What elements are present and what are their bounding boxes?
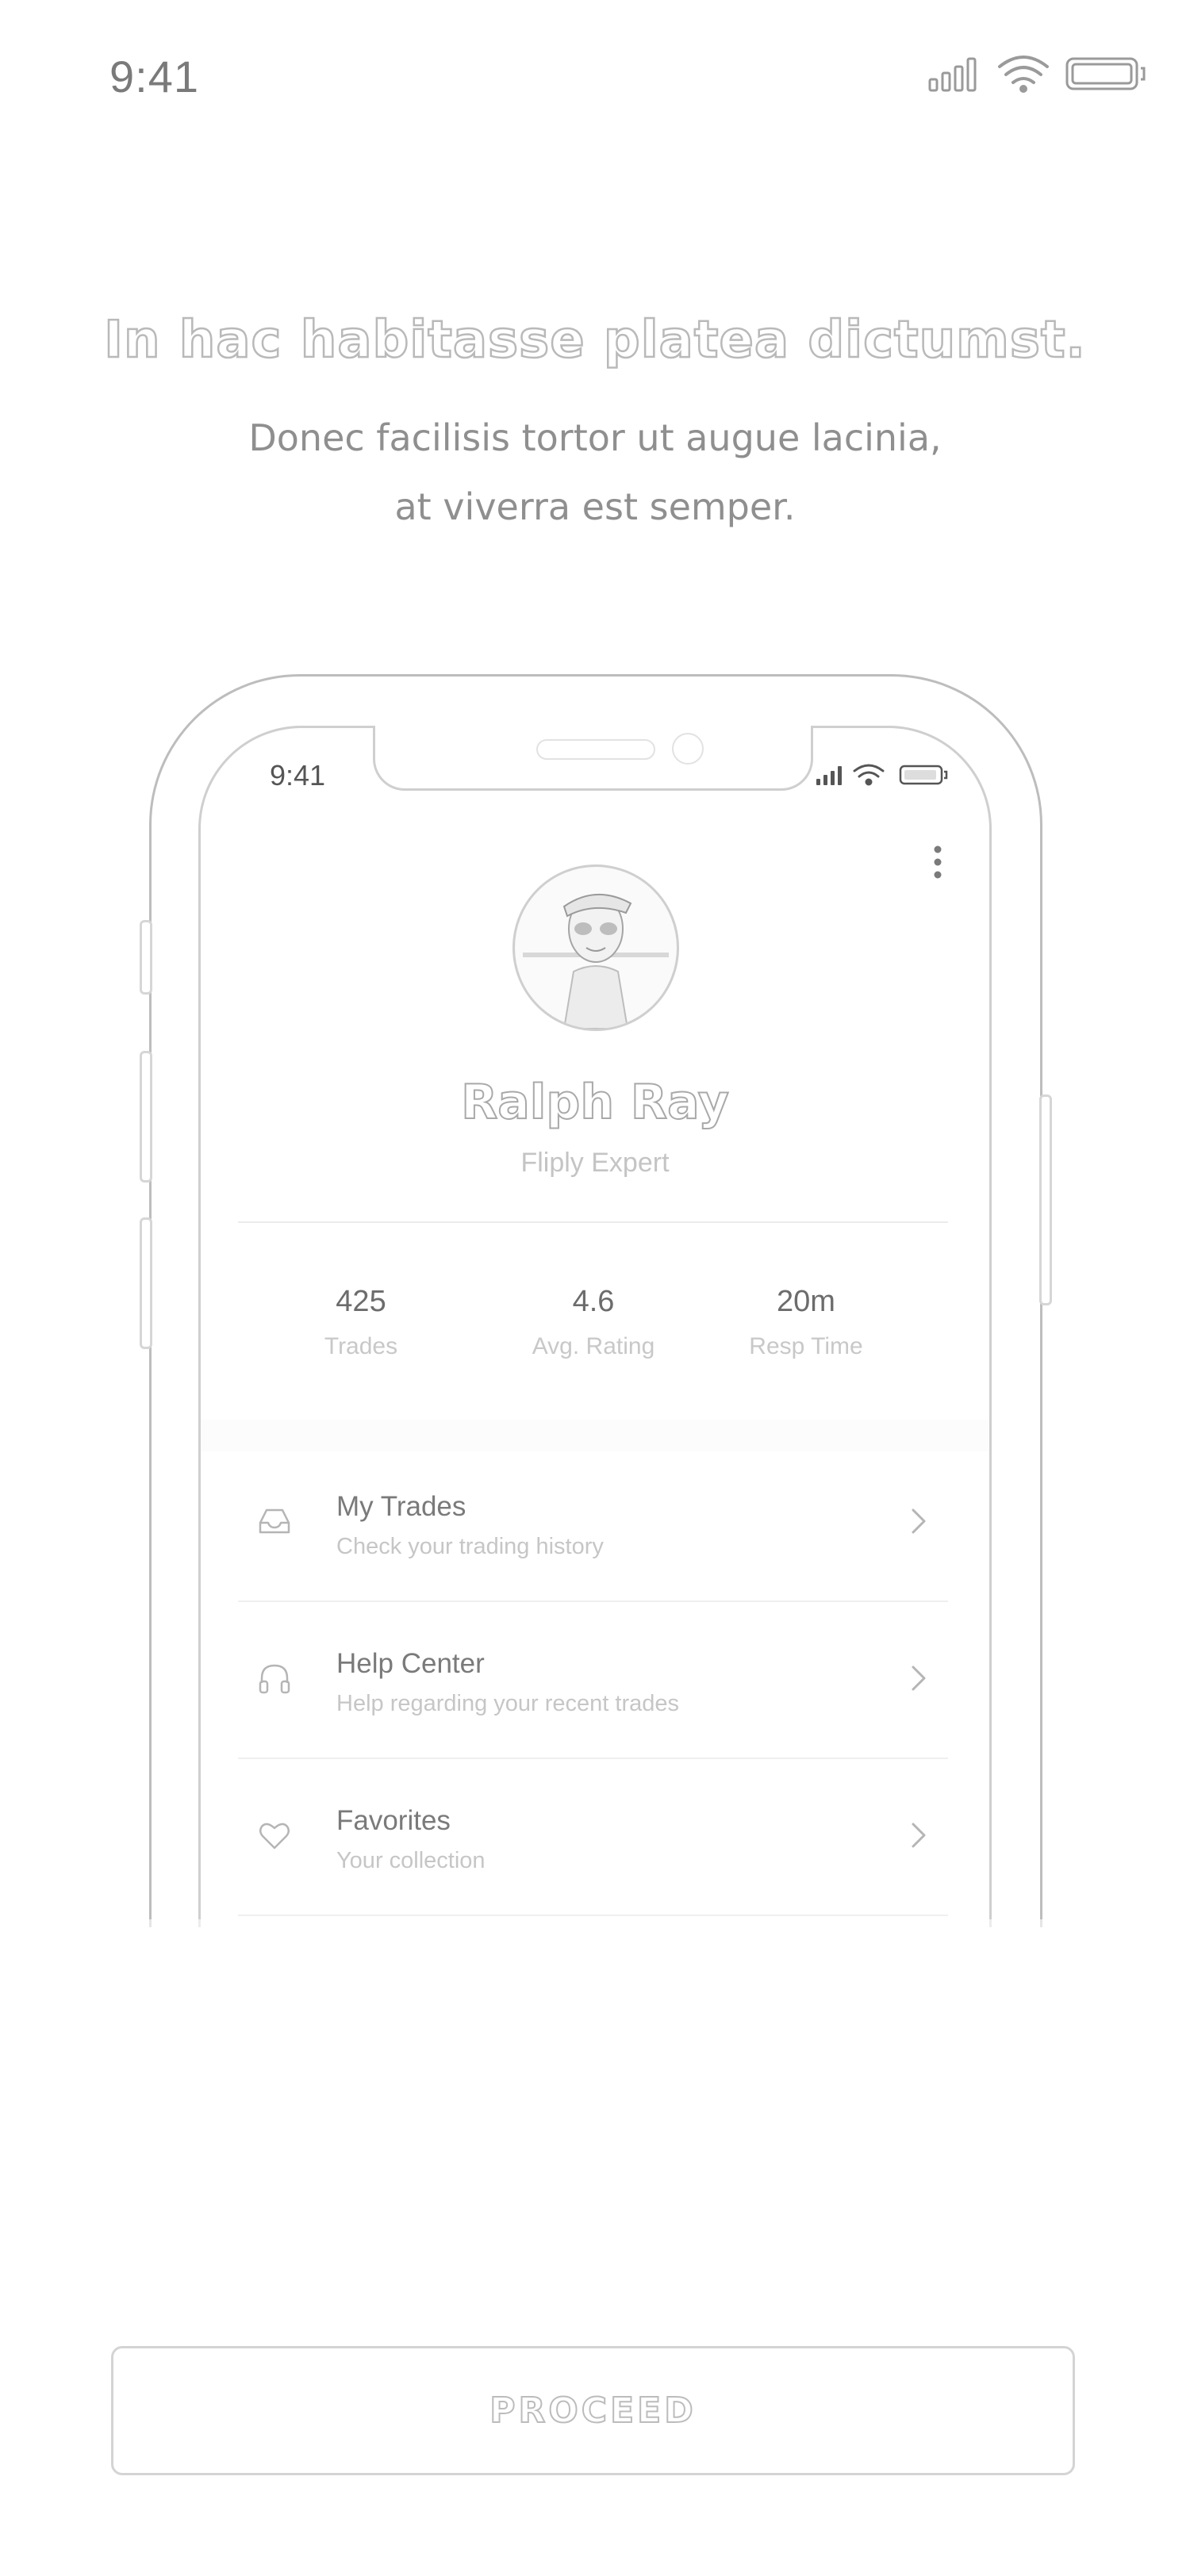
stat-label: Trades — [324, 1333, 398, 1359]
avatar — [512, 864, 679, 1031]
menu-item-my-trades[interactable]: My Trades Check your trading history — [238, 1445, 948, 1602]
battery-icon — [899, 765, 948, 785]
stat-avg-rating: 4.6 Avg. Rating — [474, 1285, 712, 1360]
menu-item-favorites[interactable]: Favorites Your collection — [238, 1759, 948, 1916]
divider — [238, 1221, 948, 1223]
menu-item-subtitle: Check your trading history — [336, 1534, 604, 1559]
stat-label: Resp Time — [749, 1333, 863, 1359]
headline: In hac habitasse platea dictumst. — [103, 310, 1086, 371]
status-bar-time: 9:41 — [109, 52, 199, 102]
bottom-fade — [0, 1919, 1190, 2110]
phone-speaker — [536, 739, 655, 760]
menu-item-help-center[interactable]: Help Center Help regarding your recent t… — [238, 1602, 948, 1759]
chevron-right-icon — [912, 1508, 926, 1534]
wifi-icon — [853, 764, 885, 786]
stat-value: 4.6 — [572, 1285, 615, 1318]
device-status-time: 9:41 — [270, 759, 326, 792]
signal-icon — [928, 57, 977, 92]
subtitle-line-1: Donec facilisis tortor ut augue lacinia, — [248, 416, 942, 459]
headphones-icon — [259, 1664, 290, 1694]
stat-value: 20m — [777, 1285, 835, 1318]
menu-item-title: My Trades — [336, 1491, 466, 1522]
menu-item-subtitle: Help regarding your recent trades — [336, 1691, 680, 1716]
menu-divider — [238, 1915, 948, 1916]
stat-resp-time: 20m Resp Time — [687, 1285, 925, 1360]
person-silhouette-icon — [523, 894, 669, 1029]
profile-role: Fliply Expert — [520, 1148, 670, 1178]
stat-label: Avg. Rating — [532, 1333, 655, 1359]
phone-silent-switch — [140, 920, 152, 995]
heart-icon — [259, 1823, 290, 1850]
profile-name: Ralph Ray — [460, 1074, 730, 1131]
proceed-button[interactable]: PROCEED — [111, 2346, 1075, 2475]
phone-volume-down — [140, 1217, 152, 1349]
status-bar-icons — [928, 56, 1146, 93]
proceed-button-label: PROCEED — [489, 2390, 697, 2432]
wifi-icon — [998, 56, 1049, 93]
chevron-right-icon — [912, 1823, 926, 1848]
stat-trades: 425 Trades — [242, 1285, 480, 1360]
stat-value: 425 — [336, 1285, 386, 1318]
inbox-icon — [259, 1508, 290, 1534]
more-options-icon[interactable] — [932, 845, 943, 880]
phone-camera — [672, 733, 704, 765]
menu-item-title: Favorites — [336, 1805, 451, 1836]
signal-icon — [816, 766, 842, 785]
chevron-right-icon — [912, 1666, 926, 1691]
menu-item-title: Help Center — [336, 1648, 485, 1679]
menu-item-subtitle: Your collection — [336, 1848, 486, 1873]
battery-icon — [1065, 57, 1146, 90]
device-status-icons — [816, 764, 948, 786]
subtitle-line-2: at viverra est semper. — [394, 485, 796, 528]
